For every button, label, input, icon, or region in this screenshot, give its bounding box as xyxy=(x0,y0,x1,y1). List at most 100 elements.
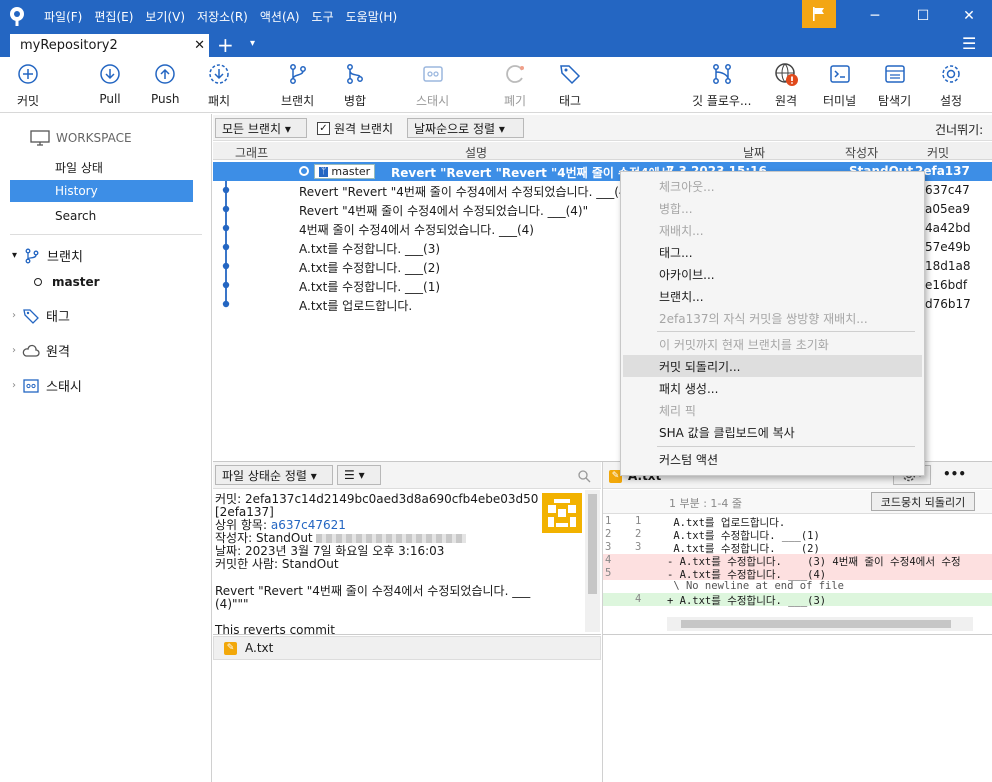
remote-branches-checkbox[interactable]: ✓ 원격 브랜치 xyxy=(317,120,393,137)
tab-close-icon[interactable]: ✕ xyxy=(194,38,205,53)
jump-to-label: 건너뛰기: xyxy=(935,123,984,137)
fetch-icon xyxy=(209,64,229,84)
workspace-header: WORKSPACE xyxy=(30,130,132,146)
commit-message: A.txt를 업로드합니다. xyxy=(299,299,413,313)
gitflow-button[interactable]: 깃 플로우... xyxy=(692,62,751,109)
column-author[interactable]: 작성자 xyxy=(845,144,878,161)
column-description[interactable]: 설명 xyxy=(465,144,487,161)
file-sort-dropdown[interactable]: 파일 상태순 정렬 ▾ xyxy=(215,465,333,485)
menu-edit[interactable]: 편집(E) xyxy=(94,8,133,25)
chevron-right-icon: › xyxy=(12,345,16,356)
current-branch-icon xyxy=(34,278,42,286)
changed-file-row[interactable]: ✎ A.txt xyxy=(213,636,601,660)
sidebar-item-master[interactable]: master xyxy=(34,275,100,289)
details-scrollbar[interactable] xyxy=(585,490,600,632)
menu-item-revert-commit[interactable]: 커밋 되돌리기... xyxy=(623,355,922,377)
search-icon[interactable] xyxy=(577,469,591,483)
menu-item-custom-actions[interactable]: 커스텀 액션 xyxy=(623,448,922,470)
chevron-right-icon: › xyxy=(12,380,16,391)
explorer-label: 탐색기 xyxy=(878,94,912,108)
discard-icon xyxy=(506,65,524,83)
sidebar-section-stashes[interactable]: › 스태시 xyxy=(12,376,82,395)
fetch-button[interactable]: 패치 xyxy=(207,62,231,109)
branch-button[interactable]: 브랜치 xyxy=(281,62,314,109)
stash-icon xyxy=(422,66,443,82)
details-divider xyxy=(213,634,601,635)
tab-dropdown-icon[interactable]: ▾ xyxy=(250,38,255,49)
commit-hash: 18d1a8 xyxy=(925,259,971,273)
menu-view[interactable]: 보기(V) xyxy=(145,8,185,25)
maximize-button[interactable]: ☐ xyxy=(900,0,946,32)
column-date[interactable]: 날짜 xyxy=(743,144,765,161)
stash-button[interactable]: 스태시 xyxy=(416,62,449,109)
terminal-icon xyxy=(829,65,850,83)
menu-item-cherry-pick[interactable]: 체리 픽 xyxy=(623,399,922,421)
cloud-icon xyxy=(22,344,40,357)
remote-button[interactable]: 원격 xyxy=(774,62,798,109)
close-button[interactable]: ✕ xyxy=(946,0,992,32)
menu-repository[interactable]: 저장소(R) xyxy=(197,8,248,25)
diff-horizontal-scrollbar[interactable] xyxy=(667,617,973,631)
commit-hash: 4a42bd xyxy=(925,221,971,235)
pull-button[interactable]: Pull xyxy=(98,62,122,106)
chevron-right-icon: › xyxy=(12,310,16,321)
tab-repository[interactable]: myRepository2 ✕ xyxy=(10,32,209,57)
push-button[interactable]: Push xyxy=(151,62,180,106)
column-graph[interactable]: 그래프 xyxy=(235,144,268,161)
menu-actions[interactable]: 액션(A) xyxy=(260,8,300,25)
stash-label: 스태시 xyxy=(416,94,450,108)
menu-file[interactable]: 파일(F) xyxy=(44,8,82,25)
sort-dropdown[interactable]: 날짜순으로 정렬 ▾ xyxy=(407,118,524,138)
tab-title: myRepository2 xyxy=(20,38,118,53)
branch-filter-dropdown[interactable]: 모든 브랜치 ▾ xyxy=(215,118,307,138)
settings-button[interactable]: 설정 xyxy=(939,62,963,109)
diff-line-note: \ No newline at end of file xyxy=(667,580,845,592)
menu-item-tag[interactable]: 태그... xyxy=(623,241,922,263)
pull-icon xyxy=(100,64,120,84)
hamburger-menu-icon[interactable]: ☰ xyxy=(962,34,976,53)
commit-details-pane: 파일 상태순 정렬 ▾ ☰ ▾ 커밋: 2efa137c14d2149bc0ae… xyxy=(213,462,601,782)
sidebar-section-branches[interactable]: ▾ 브랜치 xyxy=(12,246,83,265)
view-mode-dropdown[interactable]: ☰ ▾ xyxy=(337,465,381,485)
sidebar-section-tags[interactable]: › 태그 xyxy=(12,306,70,325)
tag-label: 태그 xyxy=(558,94,582,108)
minimize-button[interactable]: ─ xyxy=(852,0,898,32)
add-tab-icon[interactable]: + xyxy=(217,33,234,57)
parent-link[interactable]: a637c47621 xyxy=(271,518,346,532)
commit-message: 4번째 줄이 수정4에서 수정되었습니다. ___(4) xyxy=(299,223,534,237)
menu-item-rebase[interactable]: 재배치... xyxy=(623,219,922,241)
commit-icon xyxy=(18,64,38,84)
menu-tools[interactable]: 도구 xyxy=(312,8,334,25)
commit-message: A.txt를 수정합니다. ___(3) xyxy=(299,242,441,256)
menu-help[interactable]: 도움말(H) xyxy=(346,8,398,25)
push-label: Push xyxy=(151,92,180,106)
column-commit[interactable]: 커밋 xyxy=(927,144,949,161)
tag-button[interactable]: 태그 xyxy=(558,62,582,109)
flag-icon[interactable] xyxy=(802,0,836,28)
menu-item-branch[interactable]: 브랜치... xyxy=(623,285,922,307)
menu-item-interactive-rebase[interactable]: 2efa137의 자식 커밋을 쌍방향 재배치... xyxy=(623,307,922,329)
sidebar-item-search[interactable]: Search xyxy=(55,209,96,223)
sidebar-item-history[interactable]: History xyxy=(10,180,193,202)
discard-hunk-button[interactable]: 코드뭉치 되돌리기 xyxy=(871,492,975,511)
discard-button[interactable]: 폐기 xyxy=(503,62,527,109)
more-options-icon[interactable]: ••• xyxy=(943,467,966,481)
commit-hash: d76b17 xyxy=(925,297,971,311)
menu-item-checkout[interactable]: 체크아웃... xyxy=(623,175,922,197)
branches-label: 브랜치 xyxy=(47,250,83,265)
sidebar-item-file-status[interactable]: 파일 상태 xyxy=(55,159,103,176)
hunk-range: 1 부분 : 1-4 줄 xyxy=(669,497,743,510)
remotes-label: 원격 xyxy=(46,345,70,360)
menu-item-merge[interactable]: 병합... xyxy=(623,197,922,219)
explorer-button[interactable]: 탐색기 xyxy=(878,62,911,109)
terminal-button[interactable]: 터미널 xyxy=(823,62,856,109)
commit-button[interactable]: 커밋 xyxy=(16,62,40,109)
menu-item-archive[interactable]: 아카이브... xyxy=(623,263,922,285)
merge-label: 병합 xyxy=(343,94,367,108)
merge-button[interactable]: 병합 xyxy=(343,62,367,109)
sidebar-section-remotes[interactable]: › 원격 xyxy=(12,341,70,360)
menu-item-copy-sha[interactable]: SHA 값을 클립보드에 복사 xyxy=(623,421,922,443)
menu-item-create-patch[interactable]: 패치 생성... xyxy=(623,377,922,399)
menu-bar: 파일(F) 편집(E) 보기(V) 저장소(R) 액션(A) 도구 도움말(H) xyxy=(44,8,409,25)
menu-item-reset[interactable]: 이 커밋까지 현재 브랜치를 초기화 xyxy=(623,333,922,355)
